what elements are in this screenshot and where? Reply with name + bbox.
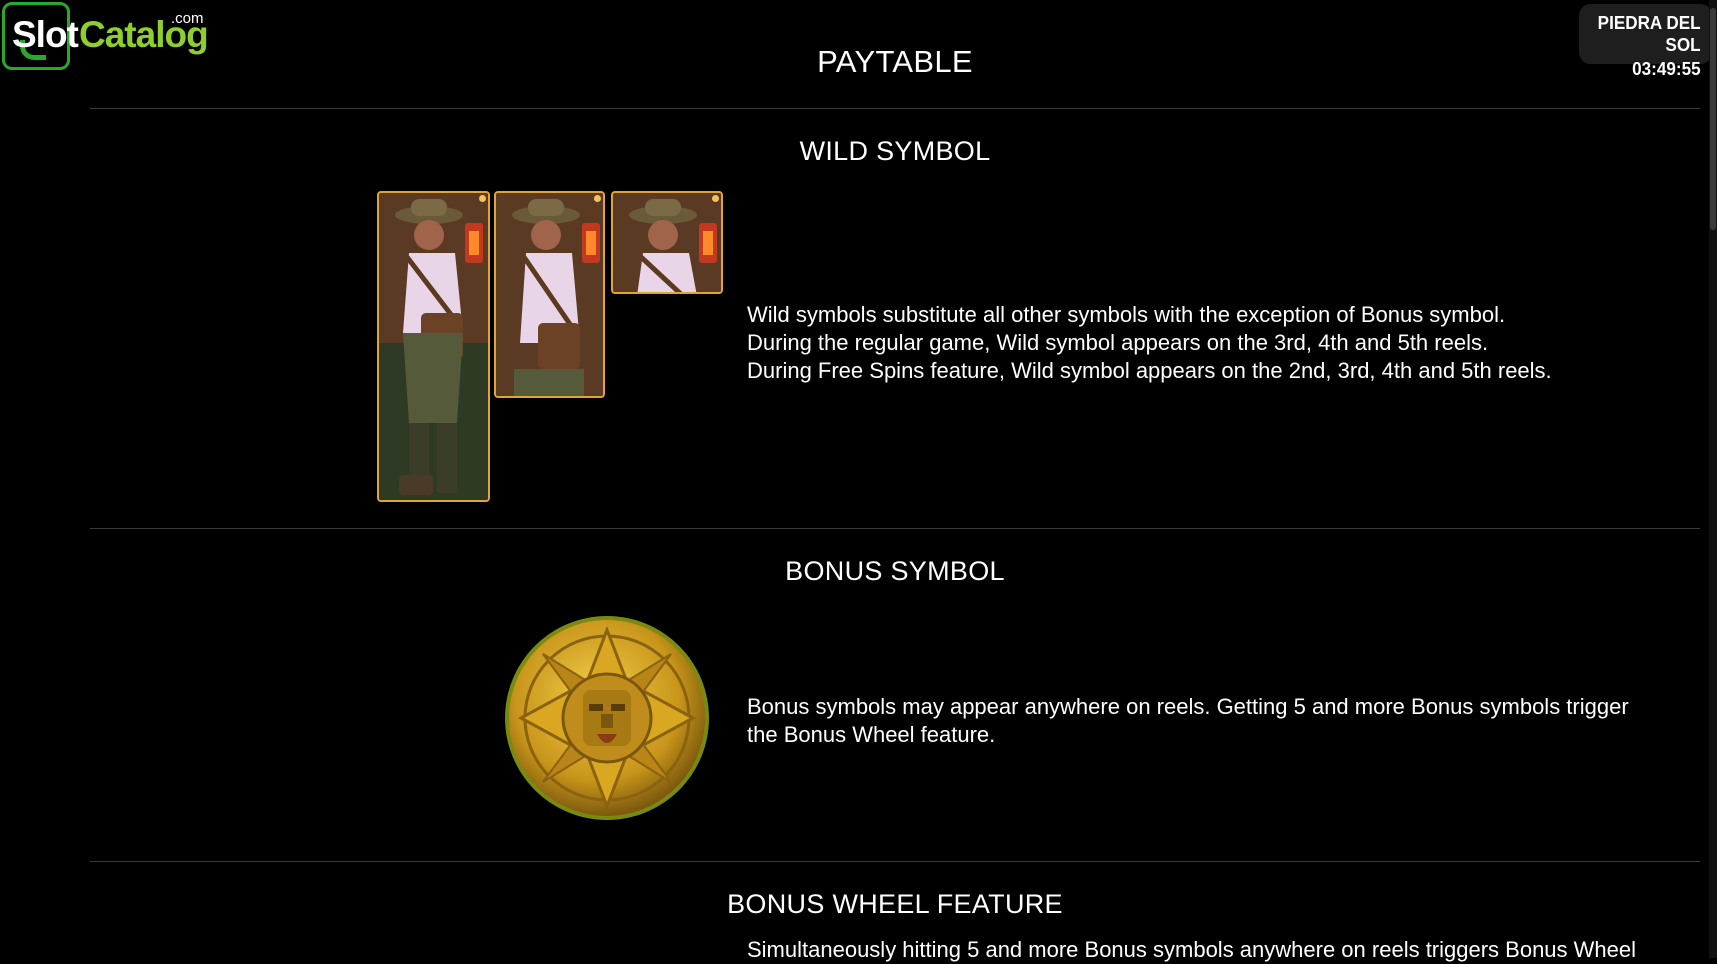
page-title: PAYTABLE bbox=[817, 44, 973, 79]
wild-symbol-card-medium bbox=[494, 191, 605, 398]
wild-description-line-2: During the regular game, Wild symbol app… bbox=[747, 330, 1489, 355]
bonus-description-line-1: Bonus symbols may appear anywhere on ree… bbox=[747, 694, 1629, 719]
wild-section-title: WILD SYMBOL bbox=[799, 136, 991, 166]
bonus-section-title: BONUS SYMBOL bbox=[785, 556, 1005, 586]
bonus-wheel-section-title: BONUS WHEEL FEATURE bbox=[727, 889, 1063, 919]
wild-description-line-3: During Free Spins feature, Wild symbol a… bbox=[747, 358, 1552, 383]
bonus-wheel-description-line-1: Simultaneously hitting 5 and more Bonus … bbox=[747, 937, 1637, 962]
wild-description-line-1: Wild symbols substitute all other symbol… bbox=[747, 302, 1506, 327]
bonus-description: Bonus symbols may appear anywhere on ree… bbox=[747, 693, 1629, 749]
wild-symbol-card-tall bbox=[377, 191, 490, 502]
explorer-icon bbox=[379, 193, 488, 500]
divider-wild-bonus bbox=[90, 528, 1700, 529]
bonus-description-line-2: the Bonus Wheel feature. bbox=[747, 722, 996, 747]
explorer-icon bbox=[613, 193, 721, 292]
divider-top bbox=[90, 108, 1700, 109]
wild-description: Wild symbols substitute all other symbol… bbox=[747, 301, 1552, 385]
bonus-wheel-description: Simultaneously hitting 5 and more Bonus … bbox=[747, 936, 1636, 964]
logo-text-com: .com bbox=[171, 10, 204, 27]
bonus-coin-icon bbox=[505, 616, 709, 820]
explorer-icon bbox=[496, 193, 603, 396]
divider-bonus-wheel bbox=[90, 861, 1700, 862]
wild-symbol-card-short bbox=[611, 191, 723, 294]
scrollbar-thumb[interactable] bbox=[1710, 8, 1716, 230]
